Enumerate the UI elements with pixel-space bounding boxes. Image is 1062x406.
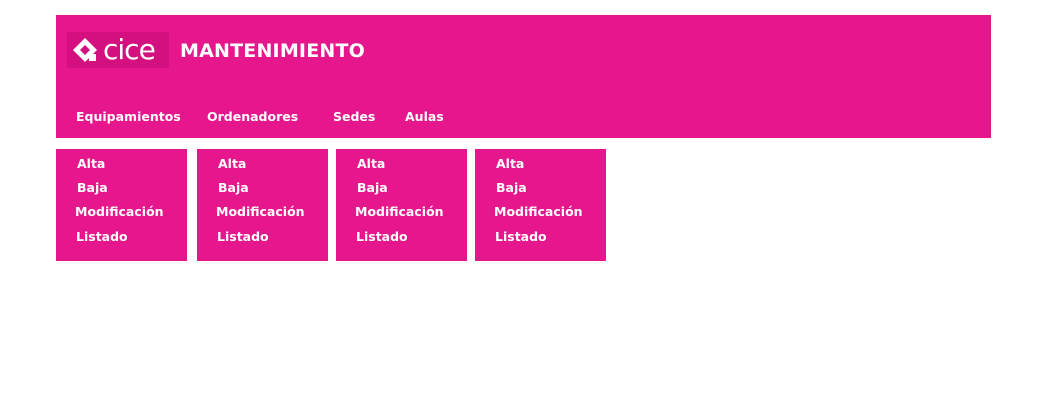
submenu-item-baja[interactable]: Baja — [357, 178, 388, 198]
cice-logo-icon — [73, 38, 97, 62]
submenu-item-baja[interactable]: Baja — [218, 178, 249, 198]
submenu-sedes: Alta Baja Modificación Listado — [336, 149, 467, 261]
nav-item-sedes[interactable]: Sedes — [333, 107, 375, 127]
nav-item-ordenadores[interactable]: Ordenadores — [207, 107, 298, 127]
submenu-item-baja[interactable]: Baja — [496, 178, 527, 198]
submenu-aulas: Alta Baja Modificación Listado — [475, 149, 606, 261]
cice-logo[interactable]: cice — [67, 32, 169, 68]
submenu-item-modificacion[interactable]: Modificación — [75, 202, 164, 222]
nav-item-aulas[interactable]: Aulas — [405, 107, 444, 127]
submenu-item-listado[interactable]: Listado — [217, 227, 269, 247]
submenu-item-modificacion[interactable]: Modificación — [216, 202, 305, 222]
submenu-item-alta[interactable]: Alta — [357, 154, 385, 174]
submenu-item-alta[interactable]: Alta — [496, 154, 524, 174]
submenu-item-modificacion[interactable]: Modificación — [494, 202, 583, 222]
logo-text: cice — [103, 33, 156, 66]
submenu-item-modificacion[interactable]: Modificación — [355, 202, 444, 222]
nav-item-equipamientos[interactable]: Equipamientos — [76, 107, 181, 127]
submenu-item-alta[interactable]: Alta — [77, 154, 105, 174]
header-bar: cice MANTENIMIENTO Equipamientos Ordenad… — [56, 15, 991, 138]
submenu-item-listado[interactable]: Listado — [76, 227, 128, 247]
submenu-item-baja[interactable]: Baja — [77, 178, 108, 198]
submenu-item-listado[interactable]: Listado — [356, 227, 408, 247]
submenu-ordenadores: Alta Baja Modificación Listado — [197, 149, 328, 261]
page-title: MANTENIMIENTO — [180, 40, 365, 62]
submenu-equipamientos: Alta Baja Modificación Listado — [56, 149, 187, 261]
submenu-item-listado[interactable]: Listado — [495, 227, 547, 247]
submenu-item-alta[interactable]: Alta — [218, 154, 246, 174]
